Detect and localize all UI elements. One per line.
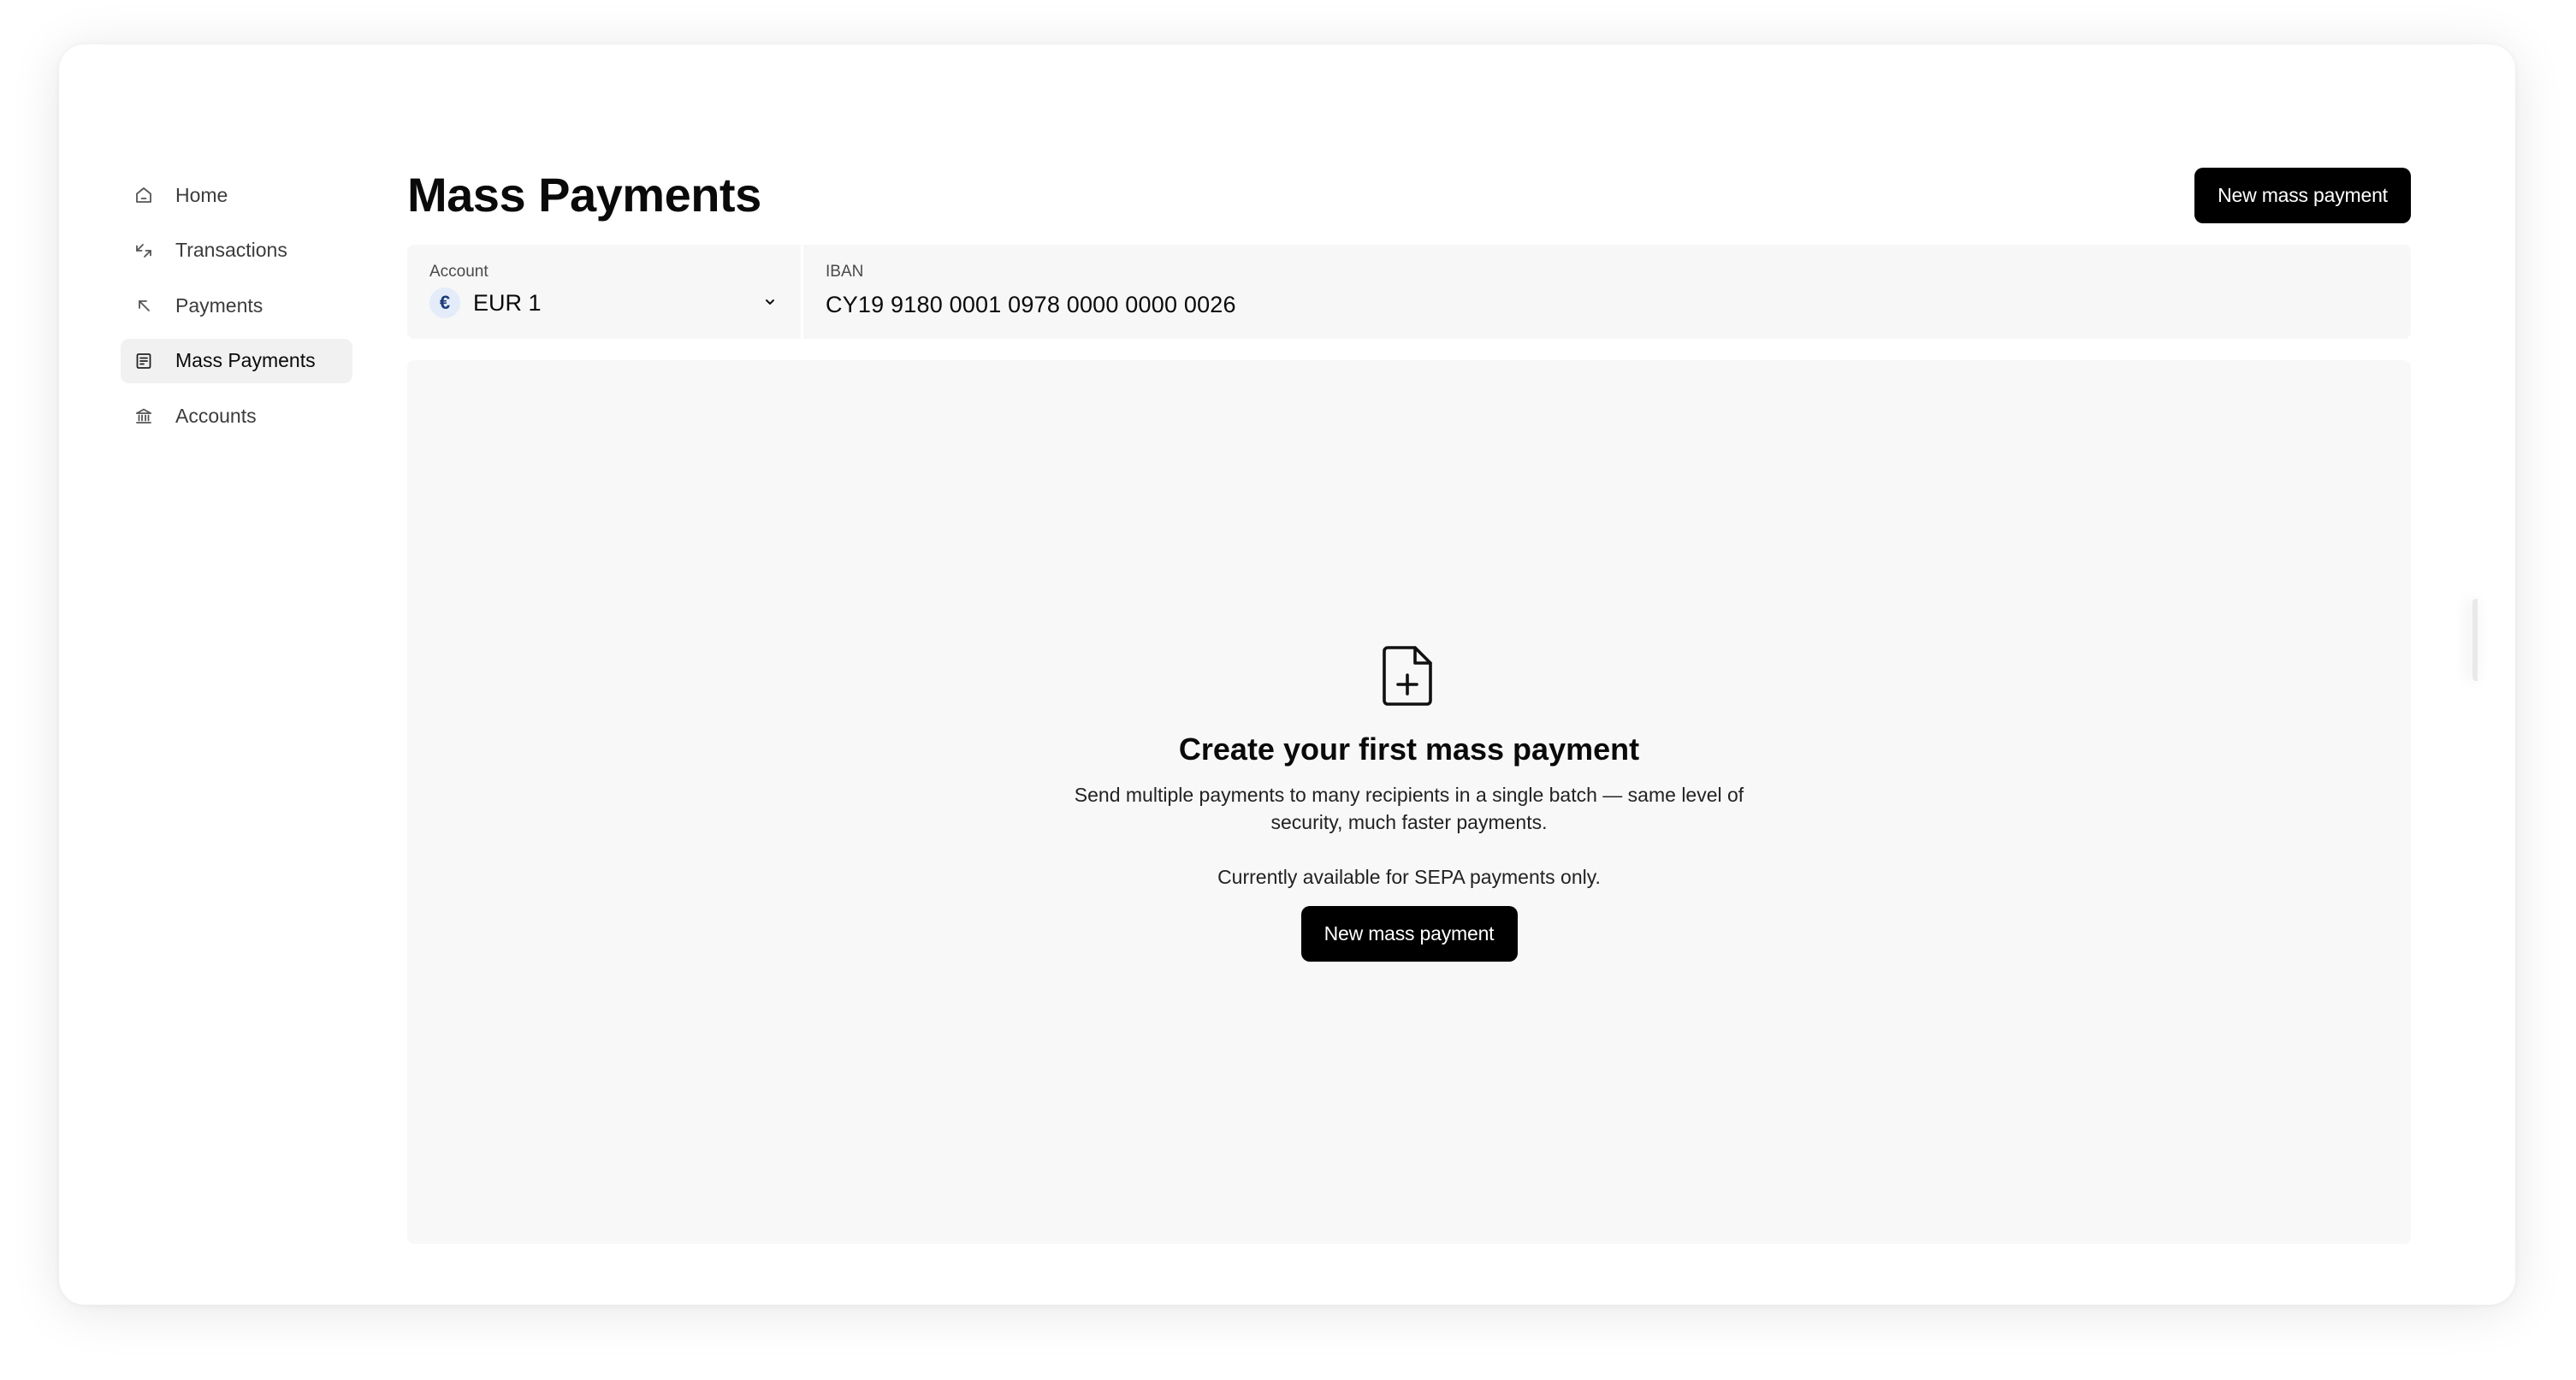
account-label: Account: [429, 263, 489, 281]
sidebar-item-label: Transactions: [175, 239, 287, 261]
arrow-up-left-icon: [131, 293, 157, 318]
empty-state-note: Currently available for SEPA payments on…: [1217, 866, 1601, 888]
sidebar-item-label: Mass Payments: [175, 349, 316, 371]
bank-icon: [131, 403, 157, 429]
account-value-row: € EUR 1: [429, 287, 801, 318]
mass-payments-icon: [131, 348, 157, 374]
empty-state-description: Send multiple payments to many recipient…: [1074, 784, 1744, 833]
account-select[interactable]: Account € EUR 1: [407, 245, 803, 339]
sidebar-item-accounts[interactable]: Accounts: [121, 394, 352, 438]
account-bar: Account € EUR 1 IBAN CY19 9180 0001 0978…: [407, 245, 2411, 339]
empty-state-title: Create your first mass payment: [1178, 731, 1640, 767]
empty-state-panel: Create your first mass payment Send mult…: [407, 360, 2411, 1244]
account-value: EUR 1: [473, 289, 542, 316]
file-plus-icon: [1383, 646, 1432, 706]
new-mass-payment-button[interactable]: New mass payment: [2194, 168, 2411, 223]
sidebar: Home Transactions Payments Mass Payments…: [121, 173, 352, 449]
sidebar-item-label: Home: [175, 183, 228, 206]
iban-value: CY19 9180 0001 0978 0000 0000 0026: [826, 292, 1236, 317]
side-panel-handle[interactable]: [2472, 599, 2478, 681]
new-mass-payment-button[interactable]: New mass payment: [1300, 906, 1518, 962]
euro-icon: €: [429, 287, 460, 318]
iban-label: IBAN: [826, 263, 864, 281]
home-icon: [131, 182, 157, 208]
empty-state: Create your first mass payment Send mult…: [407, 643, 2411, 962]
sidebar-item-label: Accounts: [175, 404, 257, 427]
sidebar-item-payments[interactable]: Payments: [121, 283, 352, 328]
sidebar-item-home[interactable]: Home: [121, 173, 352, 217]
sidebar-item-label: Payments: [175, 293, 264, 317]
sidebar-item-transactions[interactable]: Transactions: [121, 228, 352, 273]
sidebar-item-mass-payments[interactable]: Mass Payments: [121, 338, 352, 383]
chevron-down-icon: [766, 299, 774, 305]
iban-field: IBAN CY19 9180 0001 0978 0000 0000 0026: [803, 245, 2411, 339]
page-title: Mass Payments: [407, 168, 761, 222]
transactions-icon: [131, 238, 157, 264]
